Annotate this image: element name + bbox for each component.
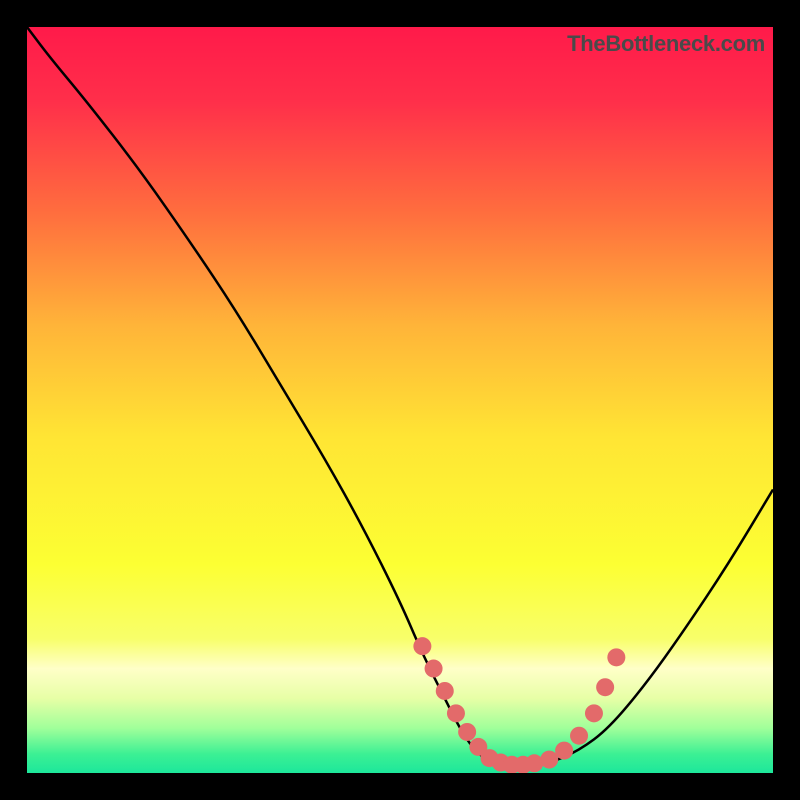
curve-marker — [540, 751, 558, 769]
curve-marker — [607, 648, 625, 666]
curve-marker — [458, 723, 476, 741]
curve-marker — [413, 637, 431, 655]
curve-marker — [436, 682, 454, 700]
gradient-background — [27, 27, 773, 773]
curve-marker — [555, 742, 573, 760]
chart-container: TheBottleneck.com — [0, 0, 800, 800]
curve-marker — [585, 704, 603, 722]
curve-marker — [447, 704, 465, 722]
plot-area: TheBottleneck.com — [27, 27, 773, 773]
curve-marker — [570, 727, 588, 745]
watermark-text: TheBottleneck.com — [567, 31, 765, 57]
curve-marker — [596, 678, 614, 696]
curve-marker — [425, 660, 443, 678]
